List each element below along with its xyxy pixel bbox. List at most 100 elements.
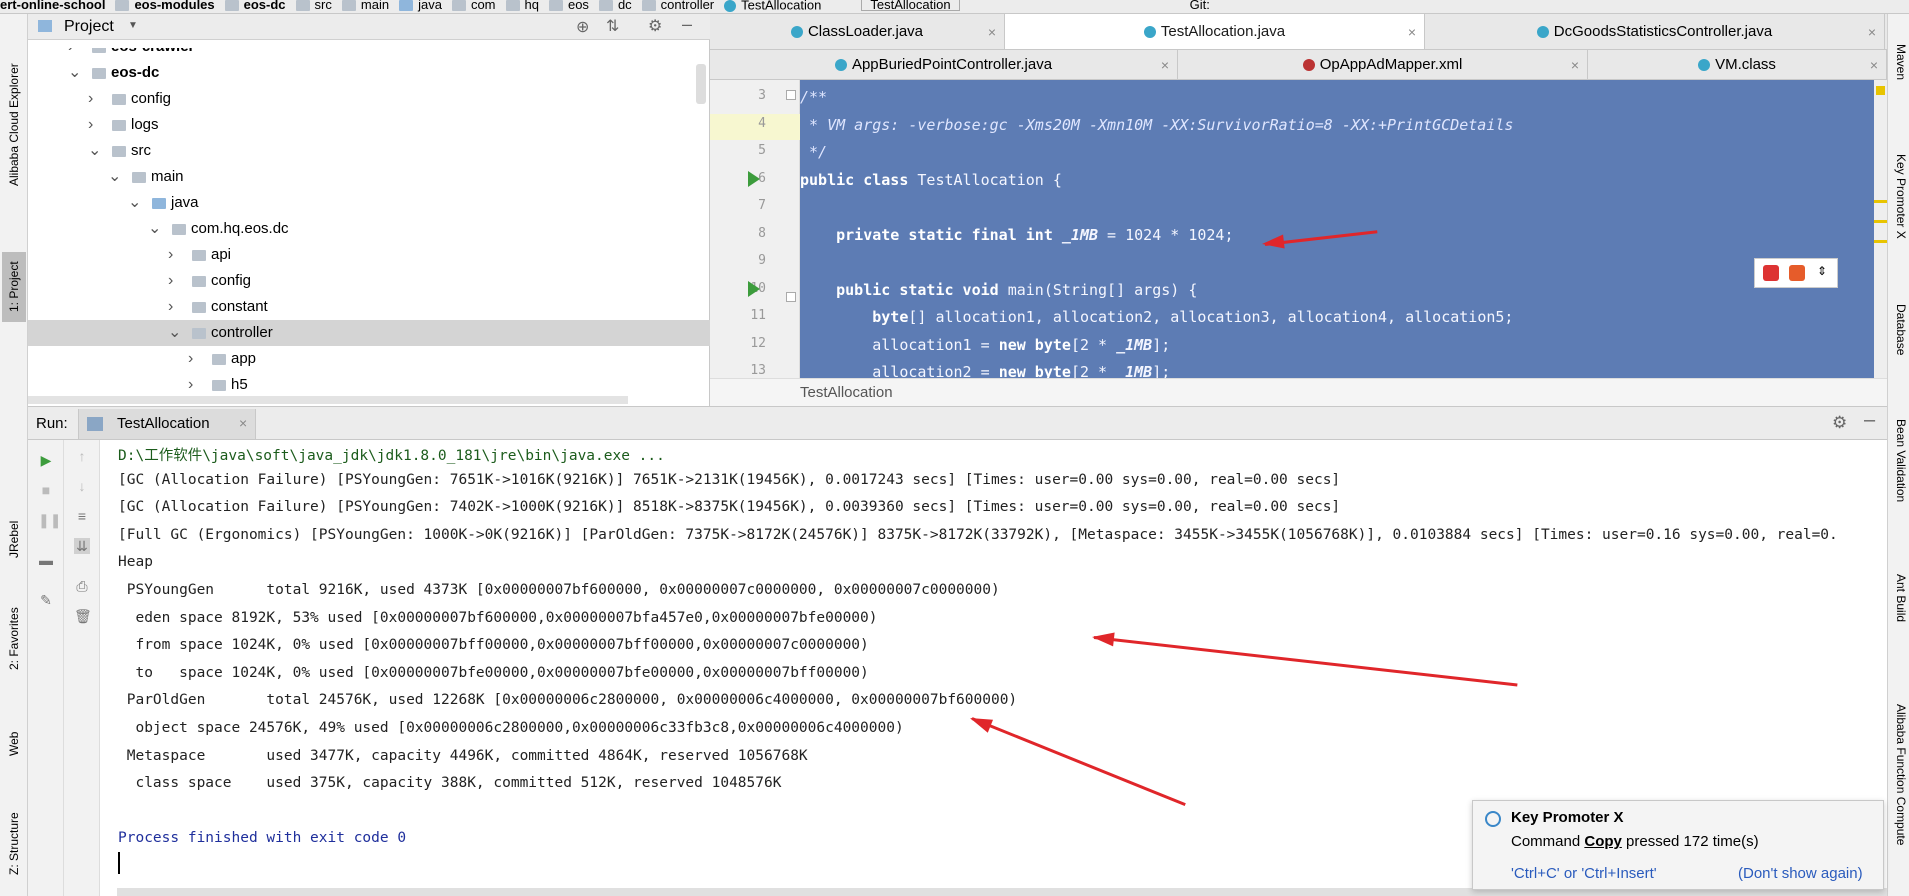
gear-icon[interactable]: ⚙ (1832, 413, 1847, 433)
trash-icon[interactable]: 🗑 (74, 608, 92, 624)
chevron-down-icon[interactable]: ⌄ (88, 138, 102, 164)
run-gutter-icon[interactable] (748, 170, 760, 187)
tool-alibaba-cloud-explorer[interactable]: Alibaba Cloud Explorer (2, 50, 26, 200)
breadcrumb-item[interactable]: java (399, 0, 442, 12)
chevron-down-icon[interactable]: ⌄ (148, 216, 162, 242)
tree-node[interactable]: ⌄ eos-dc (28, 60, 710, 86)
tree-node[interactable]: ⌄ controller (28, 320, 710, 346)
chevron-right-icon[interactable]: › (168, 242, 182, 268)
editor-tab[interactable]: TestAllocation.java × (1005, 14, 1425, 49)
tree-node[interactable]: › constant (28, 294, 710, 320)
chevron-right-icon[interactable]: › (68, 48, 82, 60)
editor-tab[interactable]: VM.class × (1588, 50, 1887, 79)
tool-maven[interactable]: Maven (1890, 44, 1908, 80)
tool-key-promoter[interactable]: Key Promoter X (1890, 154, 1908, 239)
breadcrumb-item[interactable]: hq (505, 0, 539, 12)
close-icon[interactable]: × (1408, 24, 1416, 40)
run-gutter-icon[interactable] (748, 280, 760, 297)
floating-toolbar[interactable]: ⇕ (1754, 258, 1838, 288)
arrow-down-icon[interactable]: ↓ (74, 478, 90, 494)
run-tab[interactable]: TestAllocation × (78, 409, 256, 439)
print-icon[interactable]: ⎙ (74, 578, 90, 594)
pin-icon[interactable]: ✎ (38, 592, 54, 608)
gear-icon[interactable]: ⚙ (648, 16, 662, 36)
tool-database[interactable]: Database (1890, 304, 1908, 355)
pause-icon[interactable]: ❚❚ (38, 512, 61, 528)
project-title[interactable]: Project (64, 18, 114, 36)
chevron-right-icon[interactable]: › (88, 112, 102, 138)
close-icon[interactable]: × (1870, 57, 1878, 73)
breadcrumb-item[interactable]: eos-dc (224, 0, 286, 12)
tree-node[interactable]: › config (28, 86, 710, 112)
rerun-icon[interactable]: ▶ (38, 452, 54, 468)
tree-scrollbar[interactable] (696, 64, 706, 104)
dont-show-again-link[interactable]: (Don't show again) (1738, 865, 1863, 882)
plugin-icon[interactable] (1763, 265, 1779, 281)
chevron-right-icon[interactable]: › (188, 346, 202, 372)
minimize-icon[interactable]: – (1864, 409, 1875, 432)
close-icon[interactable]: × (1868, 24, 1876, 40)
arrow-up-icon[interactable]: ↑ (74, 448, 90, 464)
close-icon[interactable]: × (1161, 57, 1169, 73)
tool-ant-build[interactable]: Ant Build (1890, 574, 1908, 622)
breadcrumb-item[interactable]: src (295, 0, 332, 12)
tool-project[interactable]: 1: Project (2, 252, 26, 322)
code-editor[interactable]: /** * VM args: -verbose:gc -Xms20M -Xmn1… (800, 80, 1874, 378)
warning-marker[interactable] (1876, 86, 1885, 95)
close-icon[interactable]: × (239, 415, 247, 431)
fold-marker[interactable] (786, 292, 796, 302)
tree-node[interactable]: › eos-crawler (28, 48, 710, 60)
tree-node[interactable]: › api (28, 242, 710, 268)
chevron-right-icon[interactable]: › (168, 268, 182, 294)
locate-icon[interactable]: ⊕ (576, 17, 589, 37)
breadcrumb-item[interactable]: TestAllocation (724, 0, 821, 12)
tool-favorites[interactable]: 2: Favorites (2, 594, 26, 684)
shortcut-link[interactable]: 'Ctrl+C' or 'Ctrl+Insert' (1511, 865, 1657, 882)
tree-node[interactable]: › app (28, 346, 710, 372)
fold-marker[interactable] (786, 90, 796, 100)
breadcrumb-item[interactable]: ert-online-school (0, 0, 105, 11)
editor-breadcrumb[interactable]: TestAllocation (710, 378, 1887, 406)
scroll-to-end-icon[interactable]: ⇊ (74, 538, 90, 554)
collapse-icon[interactable]: ⇅ (606, 16, 619, 36)
scroll-marker[interactable] (1874, 240, 1887, 243)
chevron-down-icon[interactable]: ▼ (128, 20, 138, 31)
chevron-right-icon[interactable]: › (168, 294, 182, 320)
tool-web[interactable]: Web (2, 724, 26, 764)
layout-icon[interactable]: ▬ (38, 552, 54, 568)
tool-alibaba-function-compute[interactable]: Alibaba Function Compute (1890, 704, 1908, 845)
breadcrumb-item[interactable]: main (341, 0, 389, 12)
editor-tab[interactable]: DcGoodsStatisticsController.java × (1425, 14, 1885, 49)
breadcrumb-item[interactable]: controller (641, 0, 714, 12)
editor-scrollbar[interactable] (1874, 80, 1887, 378)
breadcrumb-item[interactable]: com (451, 0, 496, 12)
close-icon[interactable]: × (988, 24, 996, 40)
close-icon[interactable]: × (1571, 57, 1579, 73)
scroll-marker[interactable] (1874, 200, 1887, 203)
tree-node[interactable]: ⌄ main (28, 164, 710, 190)
chevron-right-icon[interactable]: › (88, 86, 102, 112)
tree-node[interactable]: ⌄ com.hq.eos.dc (28, 216, 710, 242)
tool-structure[interactable]: Z: Structure (2, 804, 26, 884)
plugin-icon[interactable] (1789, 265, 1805, 281)
soft-wrap-icon[interactable]: ≡ (74, 508, 90, 524)
stop-icon[interactable]: ■ (38, 482, 54, 498)
editor-tab[interactable]: OpAppAdMapper.xml × (1178, 50, 1588, 79)
editor-tab[interactable]: AppBuriedPointController.java × (710, 50, 1178, 79)
tree-node[interactable]: › logs (28, 112, 710, 138)
tree-h-scrollbar[interactable] (28, 396, 628, 404)
minimize-icon[interactable]: – (682, 14, 692, 35)
editor-tab[interactable]: ClassLoader.java × (710, 14, 1005, 49)
chevron-down-icon[interactable]: ⌄ (168, 320, 182, 346)
run-config-selector[interactable]: TestAllocation (861, 0, 960, 11)
tree-node[interactable]: › h5 (28, 372, 710, 398)
tree-node[interactable]: › config (28, 268, 710, 294)
tree-node[interactable]: ⌄ java (28, 190, 710, 216)
chevron-right-icon[interactable]: › (188, 372, 202, 398)
chevron-down-icon[interactable]: ⇕ (1817, 264, 1827, 278)
breadcrumb-item[interactable]: dc (598, 0, 632, 12)
scroll-marker[interactable] (1874, 220, 1887, 223)
chevron-down-icon[interactable]: ⌄ (128, 190, 142, 216)
tool-bean-validation[interactable]: Bean Validation (1890, 419, 1908, 502)
tool-jrebel[interactable]: JRebel (2, 514, 26, 564)
